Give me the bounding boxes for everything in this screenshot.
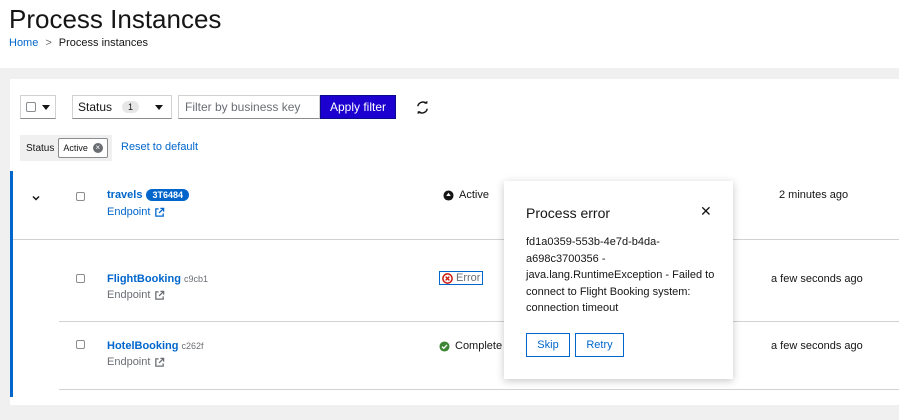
state-label: Active: [459, 189, 489, 201]
row-checkbox[interactable]: [76, 274, 85, 283]
external-link-icon: [155, 290, 165, 300]
endpoint-label: Endpoint: [107, 289, 151, 301]
state-label: Error: [456, 272, 481, 284]
check-circle-icon: [439, 340, 450, 352]
endpoint-link[interactable]: Endpoint: [107, 289, 165, 301]
endpoint-link[interactable]: Endpoint: [107, 356, 165, 368]
process-name: travels: [107, 189, 143, 201]
process-name: FlightBooking: [107, 273, 181, 285]
status-filter-count-badge: 1: [122, 101, 140, 113]
bulk-select-dropdown[interactable]: [20, 95, 56, 119]
process-name: HotelBooking: [107, 340, 179, 352]
state-label: Complete: [455, 340, 503, 352]
chip-label: Active: [63, 143, 88, 153]
table-row: FlightBooking c9cb1 Endpoint Error a few …: [10, 239, 899, 321]
play-circle-icon: [443, 189, 454, 201]
error-message: fd1a0359-553b-4e7d-b4da-a698c3700356 - j…: [526, 236, 715, 314]
refresh-icon[interactable]: [416, 95, 430, 119]
endpoint-label: Endpoint: [107, 356, 151, 368]
business-key-filter-input[interactable]: Filter by business key: [178, 95, 320, 119]
status-filter-label: Status: [78, 100, 113, 114]
active-status-chip: Active ×: [58, 138, 108, 158]
breadcrumb-home-link[interactable]: Home: [9, 37, 38, 49]
breadcrumb: Home > Process instances: [9, 37, 148, 49]
external-link-icon: [155, 207, 165, 217]
state-active: Active: [443, 189, 489, 201]
instance-short-id: c262f: [181, 341, 204, 351]
process-name-link[interactable]: FlightBooking c9cb1: [107, 273, 208, 285]
last-update-time: a few seconds ago: [771, 273, 863, 285]
external-link-icon: [155, 357, 165, 367]
apply-filter-button[interactable]: Apply filter: [320, 95, 396, 119]
instance-short-id: c9cb1: [183, 274, 208, 284]
row-divider: [59, 389, 899, 390]
process-name-link[interactable]: HotelBooking c262f: [107, 340, 204, 352]
row-checkbox[interactable]: [76, 340, 85, 349]
state-complete: Complete: [439, 340, 502, 352]
caret-down-icon: [155, 104, 163, 110]
endpoint-label: Endpoint: [107, 206, 151, 218]
popover-title: Process error: [526, 205, 611, 221]
caret-down-icon: [42, 104, 50, 110]
bulk-select-checkbox[interactable]: [26, 102, 36, 112]
retry-button[interactable]: Retry: [575, 333, 624, 357]
error-state-button[interactable]: Error: [439, 271, 484, 285]
process-error-popover: Process error ✕ fd1a0359-553b-4e7d-b4da-…: [504, 181, 733, 379]
status-chip-group: Status Active ×: [20, 135, 112, 161]
row-checkbox[interactable]: [76, 192, 85, 201]
breadcrumb-current: Process instances: [58, 37, 149, 49]
chip-group-category: Status: [26, 142, 55, 154]
table-row: travels 3T6484 Endpoint Active 2 minutes …: [10, 171, 899, 239]
remove-chip-icon[interactable]: ×: [92, 143, 103, 153]
endpoint-link[interactable]: Endpoint: [107, 206, 165, 218]
close-icon[interactable]: ✕: [700, 203, 712, 220]
process-list-card: Status 1 Filter by business key Apply fi…: [10, 79, 899, 405]
error-circle-icon: [442, 272, 453, 284]
process-name-link[interactable]: travels 3T6484: [107, 189, 190, 202]
chevron-down-icon[interactable]: [31, 190, 43, 202]
last-update-time: 2 minutes ago: [779, 189, 849, 201]
page-title: Process Instances: [9, 4, 222, 34]
table-row: HotelBooking c262f Endpoint Complete a fe…: [10, 321, 899, 389]
status-filter-dropdown[interactable]: Status 1: [72, 95, 172, 119]
reset-to-default-link[interactable]: Reset to default: [121, 141, 198, 153]
page-header: Process Instances Home > Process instanc…: [0, 0, 899, 68]
toolbar: Status 1 Filter by business key Apply fi…: [20, 95, 430, 119]
skip-button[interactable]: Skip: [526, 333, 570, 357]
breadcrumb-separator: >: [45, 37, 52, 49]
business-key-badge: 3T6484: [146, 189, 190, 202]
last-update-time: a few seconds ago: [771, 340, 863, 352]
state-error[interactable]: Error: [439, 271, 484, 285]
